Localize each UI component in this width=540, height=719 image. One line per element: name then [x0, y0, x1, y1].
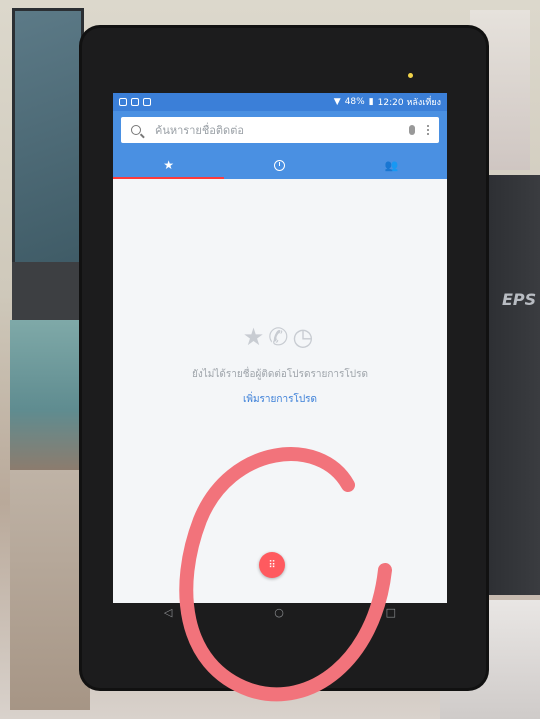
tablet-camera [408, 73, 413, 78]
mic-icon[interactable] [409, 125, 415, 135]
status-bar: ▼ 48% ▮ 12:20 หลังเที่ยง [113, 93, 447, 111]
battery-level: 48% [344, 97, 365, 107]
star-icon: ★ [242, 323, 269, 351]
desk-items [10, 320, 85, 470]
printer [478, 175, 540, 595]
annotation-stroke [179, 447, 392, 702]
search-input[interactable]: ค้นหารายชื่อติดต่อ [155, 121, 409, 139]
phone-icon: ✆ [268, 323, 293, 351]
monitor-stand [12, 262, 84, 322]
desk-surface [10, 470, 90, 710]
tab-bar: ★ 👥 [113, 151, 447, 179]
tab-recents[interactable] [224, 151, 335, 179]
star-icon: ★ [163, 158, 175, 172]
background-monitor [12, 8, 84, 270]
notification-icon [143, 98, 151, 106]
more-options-icon[interactable] [427, 125, 429, 135]
notification-icon [119, 98, 127, 106]
search-icon [131, 125, 141, 135]
empty-state-illustration: ★✆◷ [113, 323, 447, 351]
status-notifications [119, 98, 151, 106]
clock-icon: ◷ [292, 323, 318, 351]
people-icon: 👥 [384, 158, 399, 172]
empty-state: ★✆◷ ยังไม่ได้รายชื่อผู้ติดต่อโปรดรายการโ… [113, 323, 447, 407]
tab-favorites[interactable]: ★ [113, 151, 225, 179]
tab-contacts[interactable]: 👥 [336, 151, 447, 179]
wifi-icon: ▼ [333, 97, 341, 107]
notification-icon [131, 98, 139, 106]
annotation-circle [179, 447, 392, 702]
clock-icon [274, 159, 286, 171]
app-bar: ค้นหารายชื่อติดต่อ ★ 👥 [113, 111, 447, 179]
empty-state-message: ยังไม่ได้รายชื่อผู้ติดต่อโปรดรายการโปรด [192, 369, 368, 380]
status-system: ▼ 48% ▮ 12:20 หลังเที่ยง [334, 95, 441, 109]
search-bar[interactable]: ค้นหารายชื่อติดต่อ [121, 117, 439, 143]
add-favorite-link[interactable]: เพิ่มรายการโปรด [113, 392, 447, 407]
printer-brand-label: EPS [502, 290, 537, 309]
clock-time: 12:20 หลังเที่ยง [377, 98, 441, 108]
battery-icon: ▮ [368, 97, 374, 107]
